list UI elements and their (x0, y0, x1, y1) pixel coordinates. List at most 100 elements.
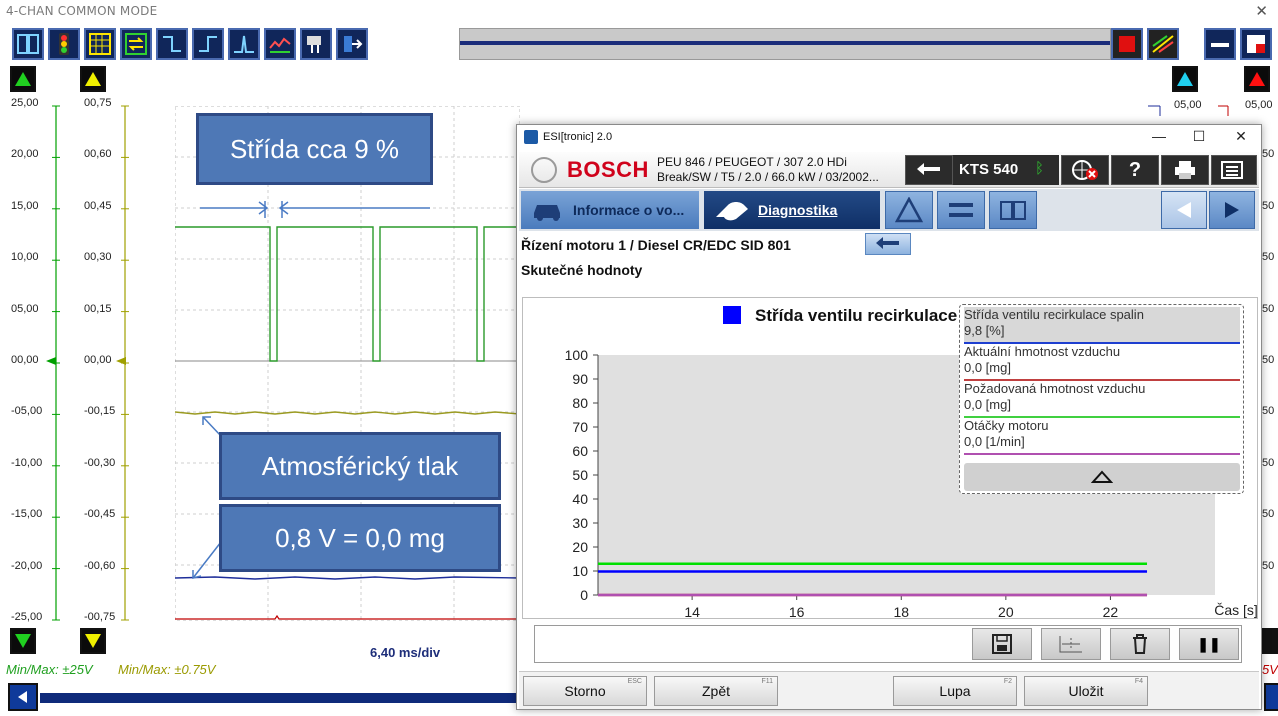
x-tick-label: 20 (998, 604, 1014, 620)
legend-item-value: 0,0 [1/min] (964, 434, 1025, 449)
legend-item-name: Aktuální hmotnost vzduchu (964, 344, 1121, 359)
tools-icon (949, 203, 973, 217)
cancel-button[interactable]: Storno ESC (523, 676, 647, 706)
trash-icon (1133, 634, 1147, 654)
save-button[interactable]: Uložit F4 (1024, 676, 1148, 706)
online-button[interactable] (1061, 155, 1109, 185)
esi-window-title: ESI[tronic] 2.0 (543, 131, 613, 143)
cancel-label: Storno (564, 683, 606, 699)
help-icon: ? (1128, 158, 1142, 181)
legend-item[interactable]: Otáčky motoru 0,0 [1/min] (964, 418, 1240, 455)
legend-item-name: Střída ventilu recirkulace spalin (964, 307, 1144, 322)
nav-forward-button[interactable] (1209, 191, 1255, 229)
diagnostic-plug-icon (716, 202, 748, 221)
ch4-tick-label: 50 (1262, 302, 1275, 315)
list-menu-icon (1221, 161, 1243, 179)
ch4-tick-label: 50 (1262, 405, 1275, 418)
scroll-left-button[interactable] (8, 683, 38, 711)
back-button[interactable]: Zpět F11 (654, 676, 778, 706)
esi-header: BOSCH PEU 846 / PEUGEOT / 307 2.0 HDi Br… (519, 152, 1259, 188)
settings-tool-button[interactable] (937, 191, 985, 229)
esi-app-icon (524, 130, 538, 144)
left_axis_2-tick-label: -00,60 (84, 559, 116, 572)
left_axis_2-tick-label: 00,15 (84, 302, 112, 315)
left_axis_2-tick-label: -00,45 (84, 508, 116, 521)
cursor-button[interactable] (1041, 628, 1101, 660)
triangle-up-icon (1091, 470, 1113, 483)
ch4-tick-label: 50 (1262, 148, 1275, 161)
save-label: Uložit (1068, 683, 1104, 699)
tab-diagnostics[interactable]: Diagnostika (704, 191, 880, 229)
help-button[interactable]: ? (1111, 155, 1159, 185)
car-icon (534, 205, 560, 221)
graph-cursor-icon (1059, 636, 1082, 653)
timebase-label: 6,40 ms/div (370, 645, 441, 660)
globe-offline-icon (1072, 160, 1098, 180)
ch4-tick-label: 50 (1262, 508, 1275, 521)
header-back-button[interactable] (905, 155, 953, 185)
y-tick-label: 60 (572, 443, 588, 459)
device-name: KTS 540 (959, 161, 1019, 178)
series-color-swatch (723, 306, 741, 324)
scroll-right-button[interactable] (1264, 683, 1278, 711)
ch4-tick-label: 50 (1262, 456, 1275, 469)
y-tick-label: 50 (572, 467, 588, 483)
callout-voltage: 0,8 V = 0,0 mg (219, 504, 501, 572)
esi-nav-bar: Informace o vo... Diagnostika (519, 189, 1259, 231)
nav-back-button[interactable] (1161, 191, 1207, 229)
printer-icon (1175, 161, 1195, 179)
section-title: Skutečné hodnoty (521, 262, 643, 278)
clear-chart-button[interactable] (1110, 628, 1170, 660)
x-tick-label: 22 (1103, 604, 1119, 620)
floppy-icon (992, 634, 1012, 654)
save-chart-button[interactable] (972, 628, 1032, 660)
path-back-button[interactable] (865, 233, 911, 255)
legend-collapse-button[interactable] (964, 463, 1240, 491)
ch4-tick-label: 50 (1262, 354, 1275, 366)
return-arrow-icon (876, 237, 899, 249)
desktop: 4-CHAN COMMON MODE ✕ Střída cca 9 % Atmo… (0, 0, 1278, 716)
y-tick-label: 10 (572, 563, 588, 579)
close-button[interactable]: ✕ (1231, 128, 1251, 145)
ch1-minmax: Min/Max: ±25V (6, 662, 93, 677)
y-tick-label: 90 (572, 371, 588, 387)
left_axis_1-tick-label: 25,00 (11, 97, 39, 109)
warning-tool-button[interactable] (885, 191, 933, 229)
legend-item[interactable]: Požadovaná hmotnost vzduchu 0,0 [mg] (964, 381, 1240, 418)
print-button[interactable] (1161, 155, 1209, 185)
chart-panel: 0 10 20 30 40 50 60 70 80 90 100 14 16 18 20 22 Čas [s] … (522, 297, 1258, 620)
menu-button[interactable] (1211, 155, 1257, 185)
vehicle-line-2: Break/SW / T5 / 2.0 / 66.0 kW / 03/2002.… (657, 170, 879, 184)
tab-vehicle-info-label: Informace o vo... (573, 202, 685, 218)
ch3-down-button[interactable] (1262, 628, 1278, 654)
legend-item-name: Požadovaná hmotnost vzduchu (964, 381, 1146, 396)
left_axis_1-tick-label: 10,00 (11, 251, 39, 264)
zoom-label: Lupa (939, 683, 971, 699)
tab-diagnostics-label: Diagnostika (758, 202, 838, 218)
legend-item-color (964, 453, 1240, 455)
left_axis_2-tick-label: 00,00 (84, 354, 112, 366)
minimize-button[interactable]: — (1149, 128, 1169, 144)
cancel-key: ESC (627, 678, 642, 685)
y-tick-label: 40 (572, 491, 588, 507)
left_axis_1-tick-label: 15,00 (11, 199, 39, 212)
ch2-minmax: Min/Max: ±0.75V (118, 662, 216, 677)
legend-item[interactable]: Střída ventilu recirkulace spalin 9,8 [%] (964, 307, 1240, 344)
callout-atmospheric-pressure: Atmosférický tlak (219, 432, 501, 500)
tab-vehicle-info[interactable]: Informace o vo... (521, 191, 699, 229)
left_axis_1-tick-label: -25,00 (11, 611, 43, 623)
left_axis_2-tick-label: -00,15 (84, 405, 116, 418)
save-key: F4 (1134, 678, 1143, 685)
manual-button[interactable] (989, 191, 1037, 229)
zoom-button[interactable]: Lupa F2 (893, 676, 1017, 706)
pause-button[interactable]: ❚❚ (1179, 628, 1239, 660)
x-tick-label: 14 (684, 604, 700, 620)
ch4-tick-label: 50 (1262, 559, 1275, 572)
legend-item[interactable]: Aktuální hmotnost vzduchu 0,0 [mg] (964, 344, 1240, 381)
esi-footer: Storno ESC Zpět F11 Lupa F2 Uložit F4 (519, 671, 1259, 709)
vehicle-info: PEU 846 / PEUGEOT / 307 2.0 HDi Break/SW… (657, 155, 879, 185)
esi-window: ESI[tronic] 2.0 — ☐ ✕ BOSCH PEU 846 / PE… (516, 124, 1262, 710)
arrow-left-icon (18, 691, 27, 703)
return-arrow-icon (917, 163, 940, 175)
maximize-button[interactable]: ☐ (1189, 128, 1209, 145)
